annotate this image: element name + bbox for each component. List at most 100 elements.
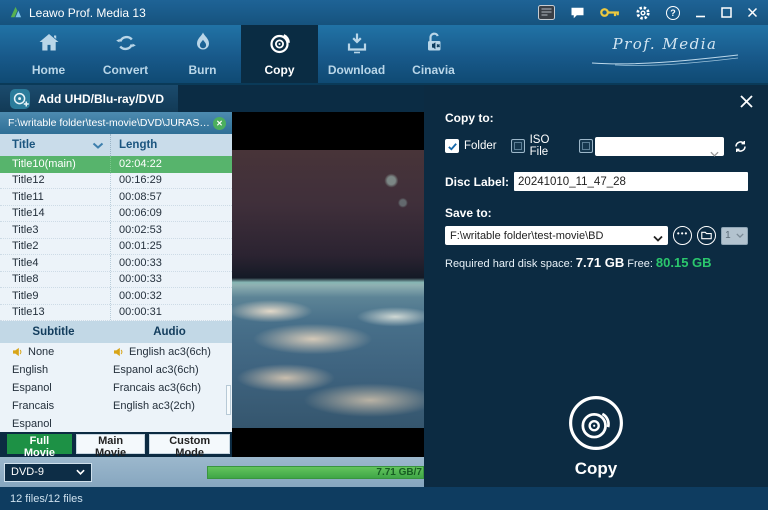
sort-chevron-down-icon	[92, 142, 104, 149]
prof-media-brand: Prof. Media	[590, 35, 740, 71]
copy-disc-icon	[267, 31, 293, 60]
table-row[interactable]: Title10(main)02:04:22	[0, 156, 232, 173]
custom-mode-button[interactable]: Custom Mode	[149, 434, 230, 454]
register-key-icon[interactable]	[600, 7, 620, 18]
cinavia-unlock-icon	[421, 31, 447, 60]
home-icon	[36, 31, 62, 60]
toolbar-strip: Add UHD/Blu-ray/DVD	[0, 85, 424, 112]
add-source-button[interactable]: Add UHD/Blu-ray/DVD	[0, 85, 178, 112]
audio-list: English ac3(6ch) Espanol ac3(6ch) Franca…	[107, 343, 232, 432]
chevron-down-icon	[736, 233, 744, 238]
tab-burn[interactable]: Burn	[164, 25, 241, 83]
audio-item[interactable]: English ac3(2ch)	[113, 397, 232, 415]
audio-item[interactable]: Francais ac3(6ch)	[113, 379, 232, 397]
disc-size-bar: DVD-9 7.71 GB/7	[0, 457, 424, 487]
titlebar: Leawo Prof. Media 13 ?	[0, 0, 768, 25]
hardware-acceleration-icon[interactable]	[538, 5, 555, 20]
tab-copy[interactable]: Copy	[241, 25, 318, 83]
target-drive-select[interactable]	[595, 137, 724, 156]
chevron-down-icon	[653, 233, 663, 245]
help-icon[interactable]: ?	[666, 6, 680, 20]
copy-button[interactable]: Copy	[424, 394, 768, 479]
full-movie-button[interactable]: Full Movie	[7, 434, 72, 454]
main-area: Add UHD/Blu-ray/DVD F:\writable folder\t…	[0, 85, 768, 487]
files-count: 12 files/12 files	[10, 493, 83, 505]
free-space-label: Free:	[627, 258, 653, 270]
required-space-label: Required hard disk space:	[445, 258, 573, 270]
subtitle-item[interactable]: Espanol	[12, 415, 107, 432]
open-folder-button[interactable]	[697, 226, 716, 245]
download-icon	[344, 31, 370, 60]
workarea: F:\writable folder\test-movie\DVD\JURASS…	[0, 112, 424, 457]
table-row[interactable]: Title300:02:53	[0, 222, 232, 239]
subtitle-item[interactable]: None	[12, 343, 107, 361]
browse-ellipsis-button[interactable]: •••	[673, 226, 692, 245]
table-row[interactable]: Title1200:16:29	[0, 173, 232, 190]
leawo-logo-icon	[8, 5, 23, 20]
copy-count-select[interactable]: 1	[721, 227, 748, 245]
table-row[interactable]: Title200:01:25	[0, 239, 232, 256]
burn-to-disc-checkbox[interactable]	[579, 139, 593, 153]
save-to-row: F:\writable folder\test-movie\BD ••• 1	[445, 226, 748, 245]
tracks-panel: None English Espanol Francais Espanol Fr…	[0, 343, 232, 432]
subtitle-item[interactable]: Francais	[12, 397, 107, 415]
settings-gear-icon[interactable]	[635, 5, 651, 21]
refresh-drives-icon[interactable]	[733, 139, 748, 154]
table-row[interactable]: Title1300:00:31	[0, 305, 232, 322]
chevron-down-icon	[76, 469, 85, 475]
feedback-icon[interactable]	[570, 6, 585, 20]
subtitle-item[interactable]: English	[12, 361, 107, 379]
table-row[interactable]: Title1400:06:09	[0, 206, 232, 223]
minimize-button[interactable]	[695, 7, 706, 18]
video-frame	[232, 150, 424, 428]
panel-close-icon[interactable]	[739, 94, 754, 114]
column-header-length[interactable]: Length	[110, 134, 232, 156]
copy-target-row: Folder ISO File	[445, 134, 748, 158]
iso-file-checkbox-label: ISO File	[530, 134, 566, 158]
copy-settings-panel: Copy to: Folder ISO File	[424, 85, 768, 487]
save-path-select[interactable]: F:\writable folder\test-movie\BD	[445, 226, 668, 245]
column-header-audio[interactable]: Audio	[107, 326, 232, 338]
subtitle-item[interactable]: Espanol	[12, 379, 107, 397]
main-navigation: Home Convert Burn Copy Download	[0, 25, 768, 85]
audio-item[interactable]: Espanol ac3(6ch)	[113, 361, 232, 379]
title-table-header: Title Length	[0, 134, 232, 156]
subtitle-list: None English Espanol Francais Espanol Fr…	[0, 343, 107, 432]
table-row[interactable]: Title800:00:33	[0, 272, 232, 289]
convert-icon	[113, 31, 139, 60]
column-header-title[interactable]: Title	[0, 139, 110, 151]
remove-source-icon[interactable]: ✕	[213, 117, 226, 130]
tracks-scrollbar[interactable]	[226, 385, 231, 415]
disc-type-select[interactable]: DVD-9	[4, 463, 92, 482]
tab-convert[interactable]: Convert	[87, 25, 164, 83]
tab-download[interactable]: Download	[318, 25, 395, 83]
copy-disc-icon	[567, 394, 625, 452]
folder-checkbox[interactable]	[445, 139, 459, 153]
source-path: F:\writable folder\test-movie\DVD\JURASS…	[8, 117, 213, 129]
main-movie-button[interactable]: Main Movie	[76, 434, 145, 454]
capacity-progress-bar: 7.71 GB/7	[207, 466, 424, 479]
brand-swoosh	[590, 54, 740, 66]
title-list: Title10(main)02:04:22 Title1200:16:29 Ti…	[0, 156, 232, 321]
tab-cinavia[interactable]: Cinavia	[395, 25, 472, 83]
disc-label-row: Disc Label:	[445, 172, 748, 191]
column-header-subtitle[interactable]: Subtitle	[0, 326, 107, 338]
table-row[interactable]: Title400:00:33	[0, 255, 232, 272]
free-space-value: 80.15 GB	[656, 255, 712, 270]
left-column: Add UHD/Blu-ray/DVD F:\writable folder\t…	[0, 85, 424, 487]
maximize-button[interactable]	[721, 7, 732, 18]
iso-file-checkbox[interactable]	[511, 139, 525, 153]
video-preview	[232, 112, 424, 457]
audio-item[interactable]: English ac3(6ch)	[113, 343, 232, 361]
burn-flame-icon	[190, 31, 216, 60]
tab-home[interactable]: Home	[10, 25, 87, 83]
table-row[interactable]: Title900:00:32	[0, 288, 232, 305]
close-button[interactable]	[747, 7, 758, 18]
copy-to-label: Copy to:	[445, 111, 748, 125]
copy-mode-buttons: Full Movie Main Movie Custom Mode	[0, 432, 232, 457]
table-row[interactable]: Title1100:08:57	[0, 189, 232, 206]
disc-content-panel: F:\writable folder\test-movie\DVD\JURASS…	[0, 112, 232, 457]
save-to-label: Save to:	[445, 206, 748, 220]
disc-label-input[interactable]	[514, 172, 748, 191]
app-title: Leawo Prof. Media 13	[29, 6, 146, 20]
